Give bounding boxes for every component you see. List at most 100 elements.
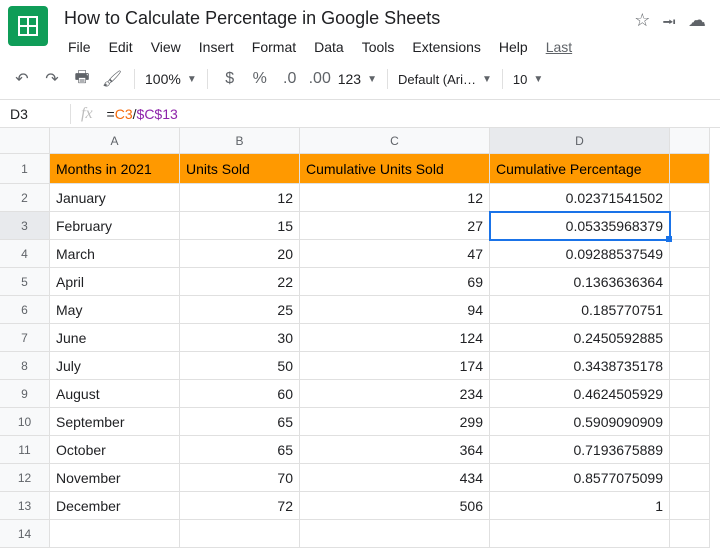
cell[interactable] (670, 212, 710, 240)
cell[interactable] (670, 154, 710, 184)
cell[interactable]: 72 (180, 492, 300, 520)
cell[interactable] (670, 380, 710, 408)
move-icon[interactable]: ⭲ (662, 10, 676, 40)
cell[interactable]: 0.185770751 (490, 296, 670, 324)
cell[interactable]: July (50, 352, 180, 380)
doc-title[interactable]: How to Calculate Percentage in Google Sh… (60, 6, 634, 31)
cell[interactable]: 0.4624505929 (490, 380, 670, 408)
row-header[interactable]: 13 (0, 492, 50, 520)
cell[interactable]: Units Sold (180, 154, 300, 184)
cell[interactable] (670, 184, 710, 212)
cell[interactable]: 0.7193675889 (490, 436, 670, 464)
row-header[interactable]: 9 (0, 380, 50, 408)
cell[interactable]: 65 (180, 408, 300, 436)
zoom-select[interactable]: 100%▼ (145, 71, 197, 87)
undo-icon[interactable]: ↶ (10, 67, 34, 91)
cell[interactable]: 25 (180, 296, 300, 324)
cell[interactable]: 0.5909090909 (490, 408, 670, 436)
cell[interactable]: 0.09288537549 (490, 240, 670, 268)
cell[interactable]: 22 (180, 268, 300, 296)
cell[interactable]: 364 (300, 436, 490, 464)
font-size[interactable]: 10▼ (513, 72, 543, 87)
sheets-logo[interactable] (8, 6, 48, 46)
col-header-b[interactable]: B (180, 128, 300, 154)
col-header-a[interactable]: A (50, 128, 180, 154)
cell[interactable] (50, 520, 180, 548)
select-all-corner[interactable] (0, 128, 50, 154)
cloud-icon[interactable]: ☁ (688, 10, 706, 40)
cell[interactable] (670, 464, 710, 492)
star-icon[interactable]: ☆ (634, 10, 650, 40)
cell[interactable] (670, 296, 710, 324)
currency-icon[interactable]: $ (218, 67, 242, 91)
col-header-c[interactable]: C (300, 128, 490, 154)
cell[interactable]: September (50, 408, 180, 436)
paint-format-icon[interactable]: 🖌 (100, 67, 124, 91)
cell[interactable] (670, 240, 710, 268)
menu-help[interactable]: Help (491, 35, 536, 59)
row-header[interactable]: 1 (0, 154, 50, 184)
cell[interactable]: 27 (300, 212, 490, 240)
menu-format[interactable]: Format (244, 35, 304, 59)
row-header[interactable]: 10 (0, 408, 50, 436)
cell[interactable]: 124 (300, 324, 490, 352)
cell[interactable]: March (50, 240, 180, 268)
row-header[interactable]: 4 (0, 240, 50, 268)
menu-last-edit[interactable]: Last (538, 35, 580, 59)
cell[interactable]: 434 (300, 464, 490, 492)
cell[interactable] (670, 492, 710, 520)
cell[interactable]: 50 (180, 352, 300, 380)
menu-file[interactable]: File (60, 35, 99, 59)
cell[interactable] (670, 408, 710, 436)
cell[interactable]: 69 (300, 268, 490, 296)
menu-insert[interactable]: Insert (191, 35, 242, 59)
cell[interactable] (670, 268, 710, 296)
redo-icon[interactable]: ↷ (40, 67, 64, 91)
cell[interactable]: 0.8577075099 (490, 464, 670, 492)
cell[interactable]: 174 (300, 352, 490, 380)
cell[interactable]: 20 (180, 240, 300, 268)
cell[interactable]: Cumulative Percentage (490, 154, 670, 184)
row-header[interactable]: 6 (0, 296, 50, 324)
cell-reference[interactable]: D3 (0, 106, 70, 122)
cell[interactable]: 12 (300, 184, 490, 212)
cell[interactable]: Cumulative Units Sold (300, 154, 490, 184)
row-header[interactable]: 7 (0, 324, 50, 352)
cell[interactable]: 94 (300, 296, 490, 324)
row-header[interactable]: 8 (0, 352, 50, 380)
cell[interactable]: May (50, 296, 180, 324)
cell[interactable]: January (50, 184, 180, 212)
cell[interactable]: 15 (180, 212, 300, 240)
cell[interactable]: April (50, 268, 180, 296)
cell[interactable]: Months in 2021 (50, 154, 180, 184)
formula-input[interactable]: =C3/$C$13 (107, 106, 178, 122)
cell[interactable]: June (50, 324, 180, 352)
cell[interactable]: 70 (180, 464, 300, 492)
col-header-e[interactable] (670, 128, 710, 154)
cell-selected[interactable]: 0.05335968379 (490, 212, 670, 240)
menu-data[interactable]: Data (306, 35, 352, 59)
cell[interactable]: 0.1363636364 (490, 268, 670, 296)
row-header[interactable]: 2 (0, 184, 50, 212)
row-header[interactable]: 5 (0, 268, 50, 296)
cell[interactable]: 299 (300, 408, 490, 436)
cell[interactable]: October (50, 436, 180, 464)
cell[interactable]: 234 (300, 380, 490, 408)
cell[interactable] (670, 324, 710, 352)
cell[interactable] (180, 520, 300, 548)
cell[interactable]: August (50, 380, 180, 408)
cell[interactable] (670, 436, 710, 464)
cell[interactable]: 60 (180, 380, 300, 408)
row-header[interactable]: 14 (0, 520, 50, 548)
more-formats[interactable]: 123▼ (338, 71, 377, 87)
cell[interactable]: December (50, 492, 180, 520)
cell[interactable]: 0.3438735178 (490, 352, 670, 380)
menu-edit[interactable]: Edit (101, 35, 141, 59)
cell[interactable]: 1 (490, 492, 670, 520)
print-icon[interactable]: 🖶 (70, 67, 94, 91)
row-header[interactable]: 12 (0, 464, 50, 492)
cell[interactable]: 30 (180, 324, 300, 352)
cell[interactable]: February (50, 212, 180, 240)
cell[interactable]: 0.2450592885 (490, 324, 670, 352)
cell[interactable] (300, 520, 490, 548)
